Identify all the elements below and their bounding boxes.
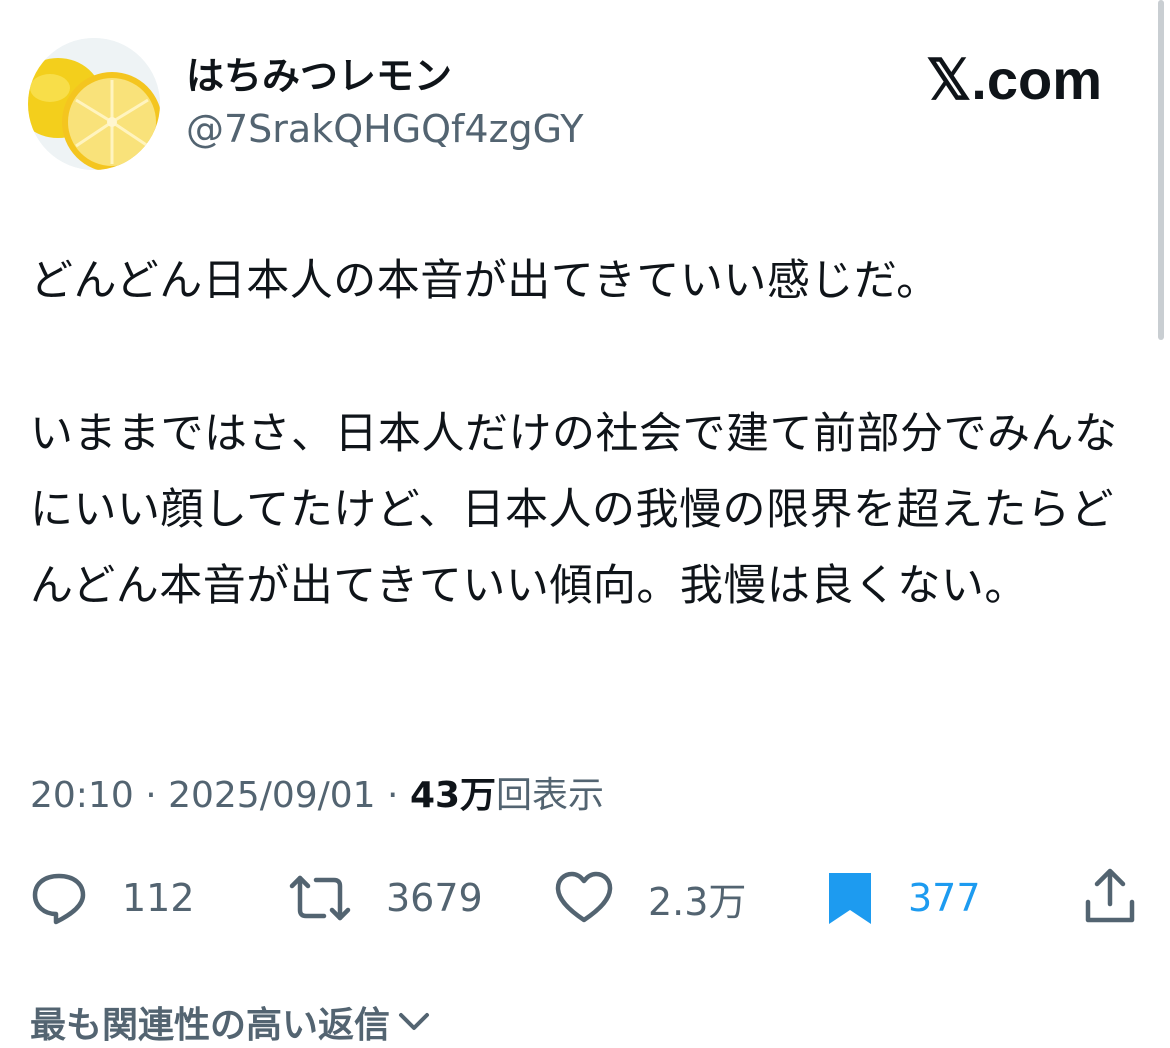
bookmark-count: 377 (908, 876, 981, 920)
bookmark-icon (829, 873, 871, 924)
scrollbar[interactable] (1158, 0, 1164, 340)
tweet-meta: 20:10 · 2025/09/01 · 43万回表示 (30, 772, 604, 820)
lemon-avatar-image (28, 38, 160, 170)
author-display-name[interactable]: はちみつレモン (186, 52, 452, 100)
repost-button[interactable]: 3679 (288, 868, 483, 928)
meta-separator-1: · (133, 775, 169, 816)
repost-icon (289, 875, 351, 921)
tweet-date[interactable]: 2025/09/01 (168, 775, 376, 816)
share-button[interactable] (1082, 866, 1138, 930)
like-icon (555, 871, 613, 923)
share-icon (1085, 868, 1135, 923)
reply-button[interactable]: 112 (30, 868, 195, 928)
meta-separator-2: · (375, 775, 410, 816)
views-label: 回表示 (496, 775, 605, 816)
views-count: 43万 (409, 775, 497, 816)
avatar[interactable] (28, 38, 160, 170)
site-logo: 𝕏.com (926, 48, 1102, 111)
repost-count: 3679 (386, 876, 483, 920)
reply-count: 112 (122, 876, 195, 920)
tweet-time[interactable]: 20:10 (30, 775, 134, 816)
replies-sort-dropdown[interactable]: 最も関連性の高い返信 (30, 996, 430, 1048)
like-count: 2.3万 (648, 879, 747, 924)
tweet-text-paragraph-1: どんどん日本人の本音が出てきていい感じだ。 (30, 256, 940, 306)
like-button[interactable]: 2.3万 (554, 868, 746, 928)
reply-icon (32, 873, 86, 925)
tweet-text-paragraph-2: いままではさ、日本人だけの社会で建て前部分でみんなにいい顔してたけど、日本人の我… (30, 409, 1118, 611)
author-handle[interactable]: @7SrakQHGQf4zgGY (186, 104, 583, 154)
bookmark-button[interactable]: 377 (826, 868, 981, 928)
chevron-down-icon (399, 1013, 430, 1030)
replies-sort-label: 最も関連性の高い返信 (30, 1005, 391, 1046)
